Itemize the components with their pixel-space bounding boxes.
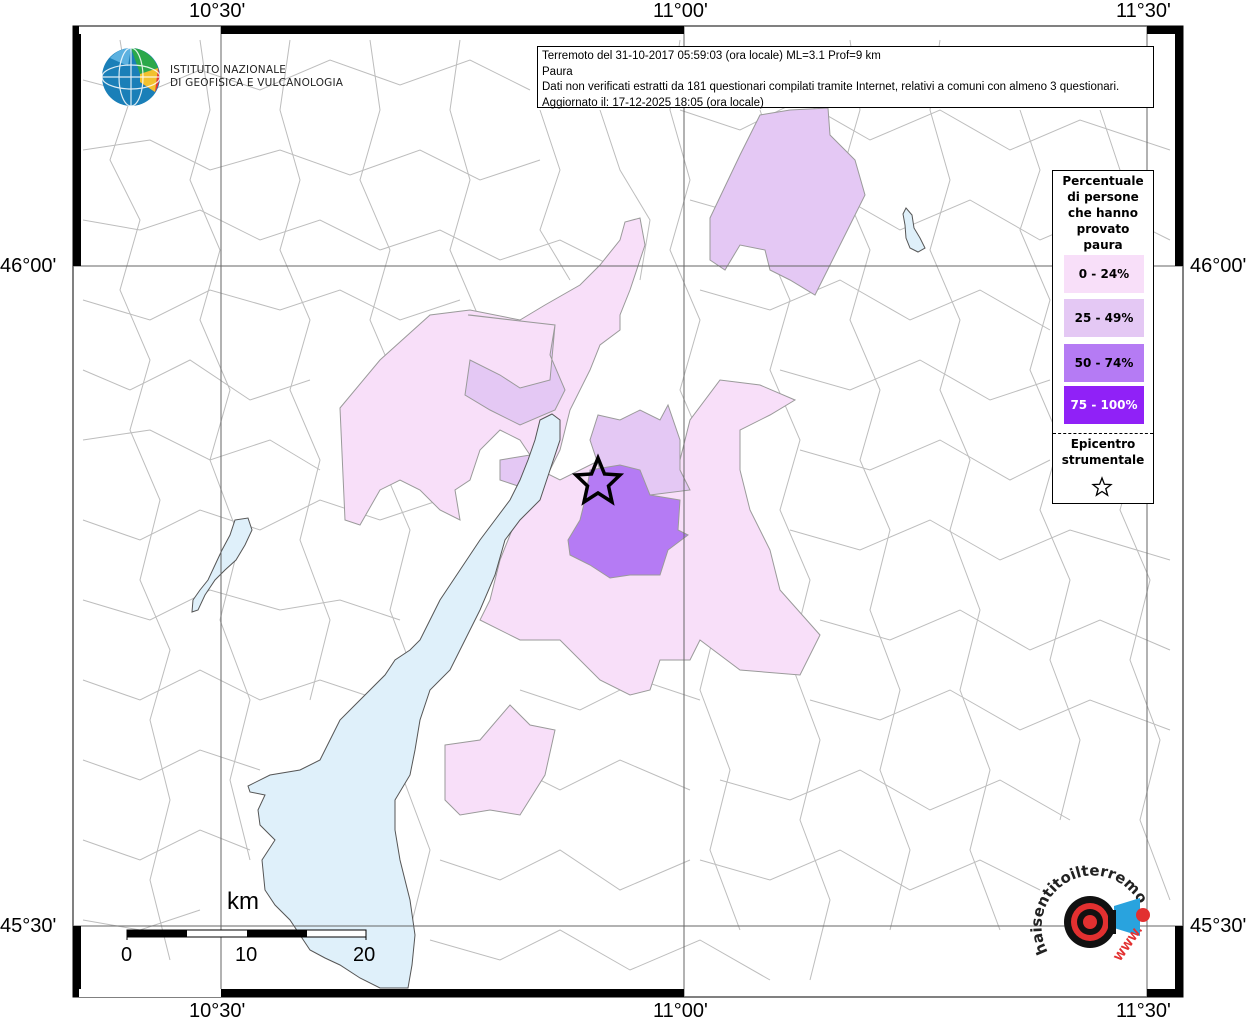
- haisentito-logo: haisentitoilterremoto.it WWW.: [1030, 862, 1151, 964]
- top-tick-1030: 10°30': [189, 0, 246, 22]
- legend-title-line: paura: [1083, 238, 1123, 252]
- scale-unit: km: [227, 888, 259, 915]
- legend-swatch-0-24: 0 - 24%: [1064, 255, 1144, 293]
- legend-title-line: di persone: [1067, 190, 1139, 204]
- legend-label: 0 - 24%: [1078, 267, 1130, 281]
- legend-swatch-75-100: 75 - 100%: [1064, 386, 1144, 424]
- scale-label-10: 10: [235, 944, 258, 966]
- ingv-name: ISTITUTO NAZIONALE DI GEOFISICA E VULCAN…: [170, 64, 343, 90]
- top-tick-1100: 11°00': [653, 0, 708, 22]
- legend-label: 25 - 49%: [1074, 311, 1134, 325]
- bottom-tick-1030: 10°30': [189, 1000, 246, 1022]
- legend-label: 75 - 100%: [1070, 398, 1138, 412]
- legend-swatch-50-74: 50 - 74%: [1064, 344, 1144, 382]
- legend-title-line: che hanno: [1068, 206, 1138, 220]
- epicenter-star-icon: [1091, 476, 1113, 497]
- data-note: Dati non verificati estratti da 181 ques…: [542, 81, 1120, 93]
- ingv-globe-logo: [101, 47, 161, 107]
- bottom-tick-1130: 11°30': [1116, 1000, 1171, 1022]
- legend-label: 50 - 74%: [1074, 356, 1134, 370]
- legend-divider: [1053, 433, 1153, 434]
- bottom-tick-1100: 11°00': [653, 1000, 708, 1022]
- event-title: Terremoto del 31-10-2017 05:59:03 (ora l…: [542, 50, 881, 62]
- epicenter-line: strumentale: [1061, 453, 1145, 467]
- map-type: Paura: [542, 65, 573, 78]
- epicenter-line: Epicentro: [1070, 437, 1136, 451]
- update-time: Aggiornato il: 17-12-2025 18:05 (ora loc…: [542, 96, 764, 109]
- left-tick-4530: 45°30': [0, 915, 57, 937]
- right-tick-4530: 45°30': [1190, 915, 1247, 937]
- legend-title-line: provato: [1076, 222, 1130, 236]
- legend: Percentuale di persone che hanno provato…: [1052, 170, 1154, 504]
- epicenter-legend-label: Epicentro strumentale: [1053, 436, 1153, 468]
- legend-title: Percentuale di persone che hanno provato…: [1053, 171, 1153, 253]
- event-info-box: Terremoto del 31-10-2017 05:59:03 (ora l…: [537, 46, 1154, 109]
- legend-title-line: Percentuale: [1062, 174, 1144, 188]
- scale-label-0: 0: [121, 944, 133, 966]
- scale-label-20: 20: [353, 944, 376, 966]
- right-tick-4600: 46°00': [1190, 255, 1247, 277]
- ingv-line-1: ISTITUTO NAZIONALE: [170, 64, 287, 76]
- top-tick-1130: 11°30': [1116, 0, 1171, 22]
- left-tick-4600: 46°00': [0, 255, 57, 277]
- ingv-line-2: DI GEOFISICA E VULCANOLOGIA: [170, 77, 344, 89]
- legend-swatch-25-49: 25 - 49%: [1064, 299, 1144, 337]
